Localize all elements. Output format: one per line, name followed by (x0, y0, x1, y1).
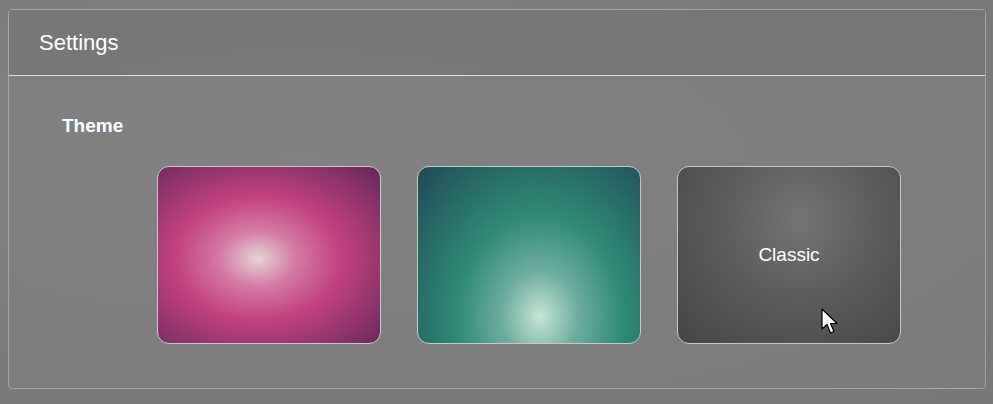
theme-list: Classic (157, 166, 985, 344)
settings-title: Settings (39, 30, 119, 56)
settings-content: Theme Classic (9, 76, 985, 344)
theme-label: Theme (62, 114, 985, 138)
mouse-cursor-icon (821, 308, 841, 336)
theme-card[interactable]: Classic (677, 166, 901, 344)
theme-card-label: Classic (758, 244, 819, 266)
settings-header: Settings (9, 10, 985, 76)
theme-card[interactable] (157, 166, 381, 344)
settings-panel: Settings Theme Classic (8, 9, 986, 389)
theme-card[interactable] (417, 166, 641, 344)
